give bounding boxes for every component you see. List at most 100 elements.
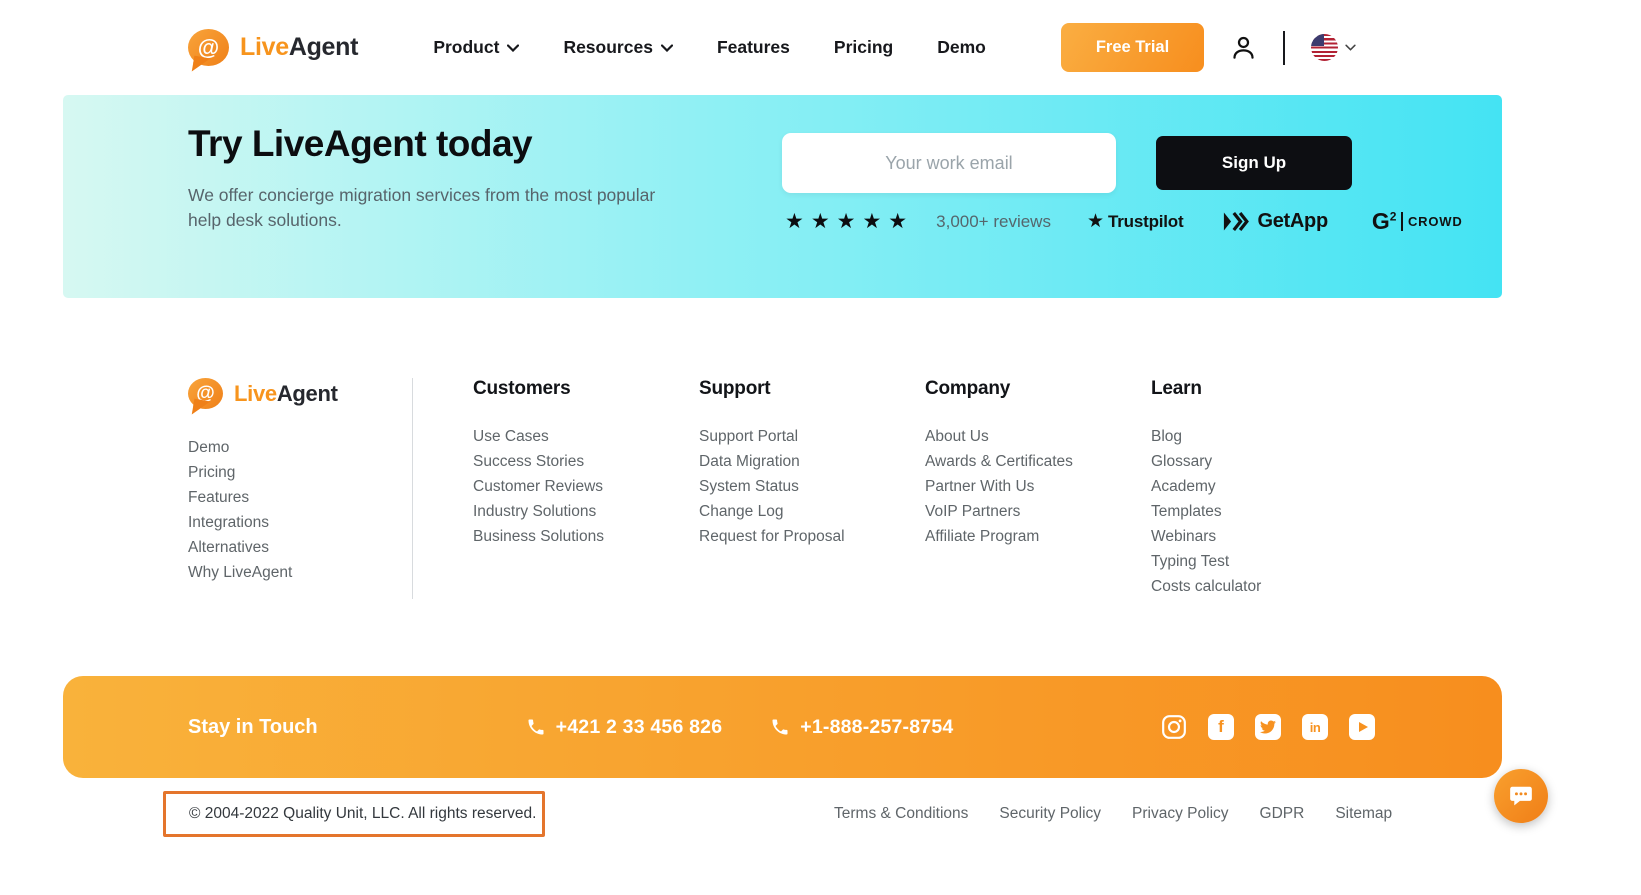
getapp-logo: GetApp <box>1223 210 1327 233</box>
footer-link-success-stories[interactable]: Success Stories <box>473 449 699 474</box>
footer-link-industry-solutions[interactable]: Industry Solutions <box>473 499 699 524</box>
chevron-down-icon <box>1345 44 1356 51</box>
phone-icon <box>526 717 546 737</box>
footer-link-templates[interactable]: Templates <box>1151 499 1377 524</box>
linkedin-icon[interactable]: in <box>1302 714 1328 740</box>
terms-conditions-link[interactable]: Terms & Conditions <box>834 805 968 823</box>
footer-link-about-us[interactable]: About Us <box>925 424 1151 449</box>
footer-link-demo[interactable]: Demo <box>188 435 412 460</box>
top-navigation: @ LiveAgent Product Resources Features P… <box>0 0 1641 95</box>
header-actions: Free Trial <box>1061 23 1356 72</box>
nav-product[interactable]: Product <box>433 37 519 58</box>
phone-number-2[interactable]: +1-888-257-8754 <box>770 716 953 739</box>
footer-link-webinars[interactable]: Webinars <box>1151 524 1377 549</box>
footer-link-blog[interactable]: Blog <box>1151 424 1377 449</box>
column-heading: Company <box>925 378 1151 400</box>
footer-link-voip-partners[interactable]: VoIP Partners <box>925 499 1151 524</box>
liveagent-bubble-icon: @ <box>188 29 229 66</box>
social-icons: f in <box>1161 714 1375 740</box>
signup-cta-section: Try LiveAgent today We offer concierge m… <box>63 95 1502 298</box>
footer-link-integrations[interactable]: Integrations <box>188 510 412 535</box>
footer-link-affiliate-program[interactable]: Affiliate Program <box>925 524 1151 549</box>
nav-features[interactable]: Features <box>717 37 790 58</box>
chat-widget-button[interactable] <box>1494 769 1548 823</box>
youtube-icon[interactable] <box>1349 714 1375 740</box>
nav-resources[interactable]: Resources <box>563 37 673 58</box>
footer-link-support-portal[interactable]: Support Portal <box>699 424 925 449</box>
reviews-count: 3,000+ reviews <box>936 212 1051 232</box>
chevron-down-icon <box>507 44 519 52</box>
footer-link-academy[interactable]: Academy <box>1151 474 1377 499</box>
header-divider <box>1283 31 1285 65</box>
footer-link-customer-reviews[interactable]: Customer Reviews <box>473 474 699 499</box>
privacy-policy-link[interactable]: Privacy Policy <box>1132 805 1228 823</box>
trustpilot-star-icon: ★ <box>1087 210 1104 233</box>
liveagent-logo-text: LiveAgent <box>240 33 358 62</box>
footer-link-data-migration[interactable]: Data Migration <box>699 449 925 474</box>
nav-product-label: Product <box>433 37 499 58</box>
five-stars-icon: ★★★★★ <box>785 209 914 234</box>
footer-link-costs-calculator[interactable]: Costs calculator <box>1151 574 1377 599</box>
nav-pricing[interactable]: Pricing <box>834 37 893 58</box>
footer-column-company: Company About Us Awards & Certificates P… <box>925 378 1151 599</box>
footer-link-why-liveagent[interactable]: Why LiveAgent <box>188 560 412 585</box>
footer-column-support: Support Support Portal Data Migration Sy… <box>699 378 925 599</box>
getapp-chevrons-icon <box>1223 211 1250 232</box>
stay-in-touch-bar: Stay in Touch +421 2 33 456 826 +1-888-2… <box>63 676 1502 778</box>
cta-subtitle: We offer concierge migration services fr… <box>188 183 678 233</box>
work-email-input[interactable] <box>782 133 1116 193</box>
footer-link-awards-certificates[interactable]: Awards & Certificates <box>925 449 1151 474</box>
copyright-text: © 2004-2022 Quality Unit, LLC. All right… <box>189 805 536 823</box>
free-trial-button[interactable]: Free Trial <box>1061 23 1204 72</box>
chat-bubble-icon <box>1507 783 1535 809</box>
us-flag-icon <box>1311 34 1338 61</box>
footer-link-pricing[interactable]: Pricing <box>188 460 412 485</box>
instagram-icon[interactable] <box>1161 714 1187 740</box>
chevron-down-icon <box>661 44 673 52</box>
trustpilot-logo: ★ Trustpilot <box>1087 210 1184 233</box>
column-heading: Customers <box>473 378 699 400</box>
copyright-highlight-box: © 2004-2022 Quality Unit, LLC. All right… <box>163 791 545 837</box>
liveagent-logo[interactable]: @ LiveAgent <box>188 29 358 66</box>
sitemap-link[interactable]: Sitemap <box>1335 805 1392 823</box>
footer-link-change-log[interactable]: Change Log <box>699 499 925 524</box>
footer-link-system-status[interactable]: System Status <box>699 474 925 499</box>
reviews-row: ★★★★★ 3,000+ reviews ★ Trustpilot GetApp… <box>785 208 1463 235</box>
footer-link-business-solutions[interactable]: Business Solutions <box>473 524 699 549</box>
twitter-icon[interactable] <box>1255 714 1281 740</box>
phone-number-1[interactable]: +421 2 33 456 826 <box>526 716 723 739</box>
stay-in-touch-title: Stay in Touch <box>188 716 318 739</box>
liveagent-bubble-icon: @ <box>188 378 223 409</box>
security-policy-link[interactable]: Security Policy <box>999 805 1101 823</box>
footer-link-partner-with-us[interactable]: Partner With Us <box>925 474 1151 499</box>
footer-link-features[interactable]: Features <box>188 485 412 510</box>
column-heading: Learn <box>1151 378 1377 400</box>
account-icon[interactable] <box>1230 34 1257 61</box>
sign-up-button[interactable]: Sign Up <box>1156 136 1352 190</box>
gdpr-link[interactable]: GDPR <box>1260 805 1305 823</box>
footer-link-glossary[interactable]: Glossary <box>1151 449 1377 474</box>
phone-icon <box>770 717 790 737</box>
nav-demo[interactable]: Demo <box>937 37 986 58</box>
nav-features-label: Features <box>717 37 790 58</box>
nav-demo-label: Demo <box>937 37 986 58</box>
footer-links-section: @ LiveAgent Demo Pricing Features Integr… <box>63 378 1578 599</box>
nav-pricing-label: Pricing <box>834 37 893 58</box>
column-heading: Support <box>699 378 925 400</box>
footer-quick-links: Demo Pricing Features Integrations Alter… <box>188 435 412 585</box>
nav-resources-label: Resources <box>563 37 653 58</box>
facebook-icon[interactable]: f <box>1208 714 1234 740</box>
footer-link-use-cases[interactable]: Use Cases <box>473 424 699 449</box>
main-nav: Product Resources Features Pricing Demo <box>433 37 986 58</box>
language-selector[interactable] <box>1311 34 1356 61</box>
footer-column-customers: Customers Use Cases Success Stories Cust… <box>473 378 699 599</box>
bottom-bar: © 2004-2022 Quality Unit, LLC. All right… <box>0 778 1641 886</box>
footer-link-request-for-proposal[interactable]: Request for Proposal <box>699 524 925 549</box>
footer-brand-column: @ LiveAgent Demo Pricing Features Integr… <box>188 378 413 599</box>
legal-links: Terms & Conditions Security Policy Priva… <box>834 791 1392 837</box>
footer-link-alternatives[interactable]: Alternatives <box>188 535 412 560</box>
footer-link-typing-test[interactable]: Typing Test <box>1151 549 1377 574</box>
footer-liveagent-logo[interactable]: @ LiveAgent <box>188 378 412 409</box>
footer-column-learn: Learn Blog Glossary Academy Templates We… <box>1151 378 1377 599</box>
phone-numbers: +421 2 33 456 826 +1-888-257-8754 <box>526 716 954 739</box>
